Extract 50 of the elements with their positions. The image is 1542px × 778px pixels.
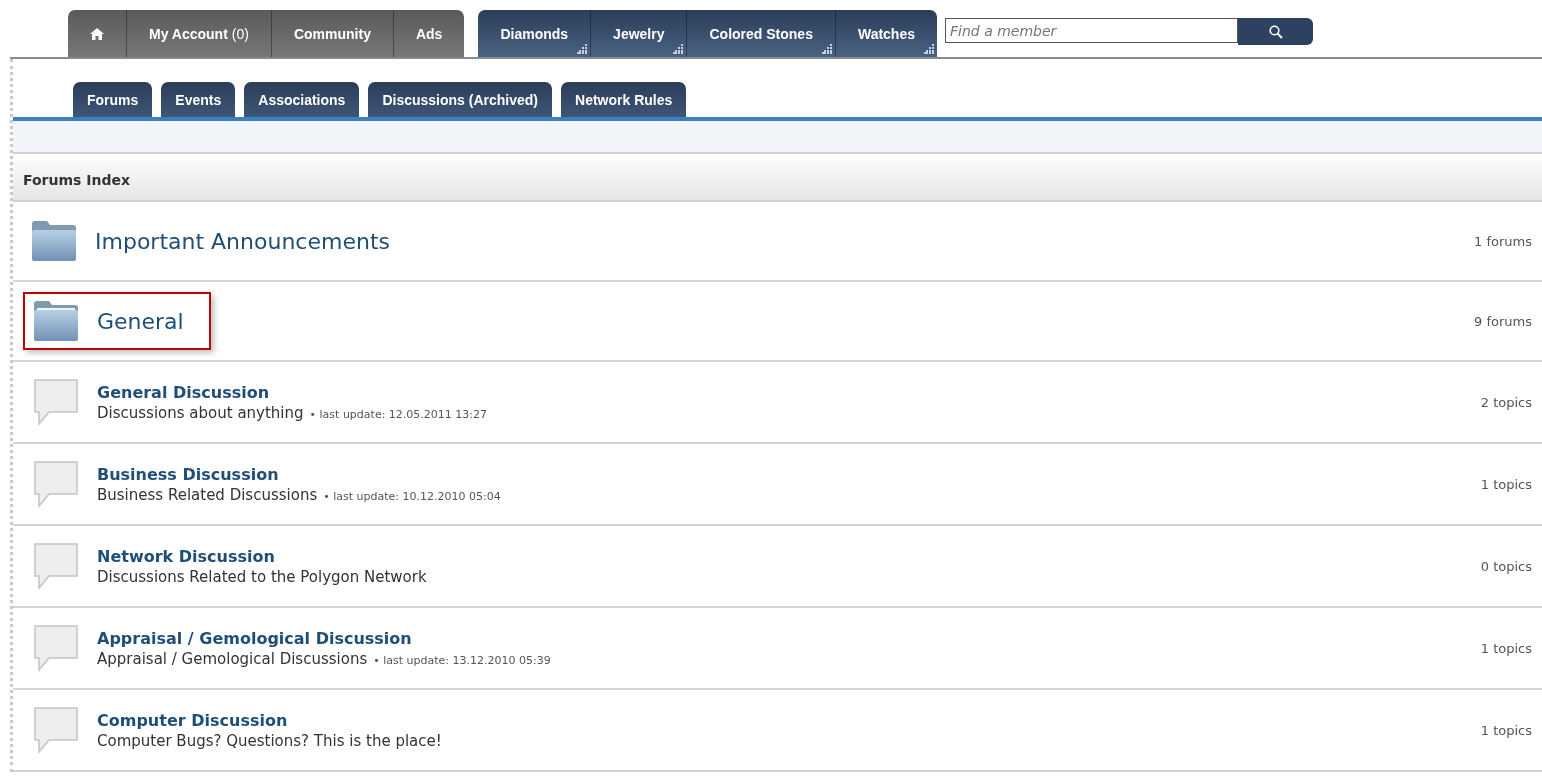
- forum-description: Discussions about anything: [97, 403, 304, 422]
- forum-link[interactable]: Appraisal / Gemological Discussion: [97, 628, 551, 648]
- nav-tab[interactable]: Ads: [393, 10, 465, 57]
- topic-count: 2 topics: [1480, 394, 1532, 410]
- resize-grip-icon: [577, 44, 588, 54]
- speech-bubble-icon: [33, 460, 79, 508]
- forum-description: Computer Bugs? Questions? This is the place!: [97, 731, 442, 750]
- nav-tab[interactable]: Community: [271, 10, 394, 57]
- last-update: • last update: 10.12.2010 05:04: [323, 489, 501, 503]
- section-title: Forums Index: [23, 172, 130, 188]
- forum-link[interactable]: Network Discussion: [97, 546, 427, 566]
- nav-tab[interactable]: Jewelry: [591, 10, 688, 57]
- search-icon: [1268, 24, 1283, 39]
- sub-tab[interactable]: Events: [161, 82, 236, 117]
- folder-icon: [31, 220, 77, 262]
- forum-description: Appraisal / Gemological Discussions: [97, 649, 368, 668]
- forum-link[interactable]: Business Discussion: [97, 464, 501, 484]
- speech-bubble-icon: [33, 542, 79, 590]
- forum-description: Discussions Related to the Polygon Network: [97, 567, 427, 586]
- nav-tab[interactable]: Diamonds: [478, 10, 592, 57]
- sub-tab[interactable]: Network Rules: [561, 82, 687, 117]
- last-update: • last update: 12.05.2011 13:27: [309, 407, 488, 421]
- topic-count: 1 topics: [1480, 640, 1532, 656]
- resize-grip-icon: [924, 44, 934, 54]
- category-link[interactable]: Important Announcements: [95, 228, 390, 254]
- sub-tab[interactable]: Discussions (Archived): [368, 82, 552, 117]
- resize-grip-icon: [673, 44, 684, 54]
- forum-link[interactable]: General Discussion: [97, 382, 488, 402]
- forum-description: Business Related Discussions: [97, 485, 318, 504]
- sub-tab[interactable]: Forums: [73, 82, 153, 117]
- forum-count: 1 forums: [1474, 233, 1532, 249]
- forum-link[interactable]: Computer Discussion: [97, 710, 442, 730]
- nav-tab[interactable]: Colored Stones: [687, 10, 836, 57]
- resize-grip-icon: [821, 44, 832, 54]
- nav-tab[interactable]: Watches: [835, 10, 937, 57]
- topic-count: 0 topics: [1480, 558, 1532, 574]
- forum-count: 9 forums: [1474, 313, 1532, 329]
- category-link[interactable]: General: [97, 308, 184, 334]
- search-field[interactable]: Find a member: [945, 18, 1238, 43]
- nav-tab[interactable]: My Account (0): [127, 10, 272, 57]
- topic-count: 1 topics: [1480, 722, 1532, 738]
- folder-icon: [33, 300, 79, 342]
- speech-bubble-icon: [33, 706, 79, 754]
- topic-count: 1 topics: [1480, 476, 1532, 492]
- speech-bubble-icon: [33, 378, 79, 426]
- search-button[interactable]: [1238, 18, 1313, 45]
- last-update: • last update: 13.12.2010 05:39: [373, 653, 551, 667]
- speech-bubble-icon: [33, 624, 79, 672]
- home-icon: [90, 27, 104, 40]
- sub-tab[interactable]: Associations: [244, 82, 360, 117]
